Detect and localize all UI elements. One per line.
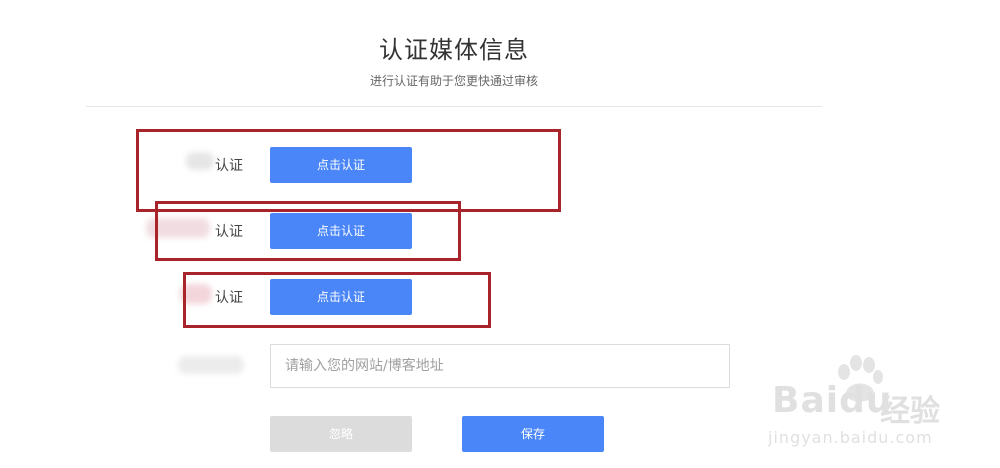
save-button[interactable]: 保存 xyxy=(462,416,604,452)
header-divider xyxy=(86,106,822,107)
website-url-input[interactable] xyxy=(270,344,730,388)
watermark-brand-cn: 经验 xyxy=(880,394,940,429)
skip-button[interactable]: 忽略 xyxy=(270,416,412,452)
watermark-domain: jingyan.baidu.com xyxy=(768,428,933,447)
watermark-brand: Baidu xyxy=(772,380,893,421)
page-subtitle: 进行认证有助于您更快通过审核 xyxy=(369,74,538,88)
highlight-box-2 xyxy=(155,201,461,261)
website-label-blur xyxy=(178,356,244,374)
page-title: 认证媒体信息 xyxy=(379,36,529,64)
baidu-watermark: Baidu 经验 jingyan.baidu.com xyxy=(760,355,990,462)
highlight-box-1 xyxy=(136,129,561,212)
highlight-box-3 xyxy=(183,272,491,328)
